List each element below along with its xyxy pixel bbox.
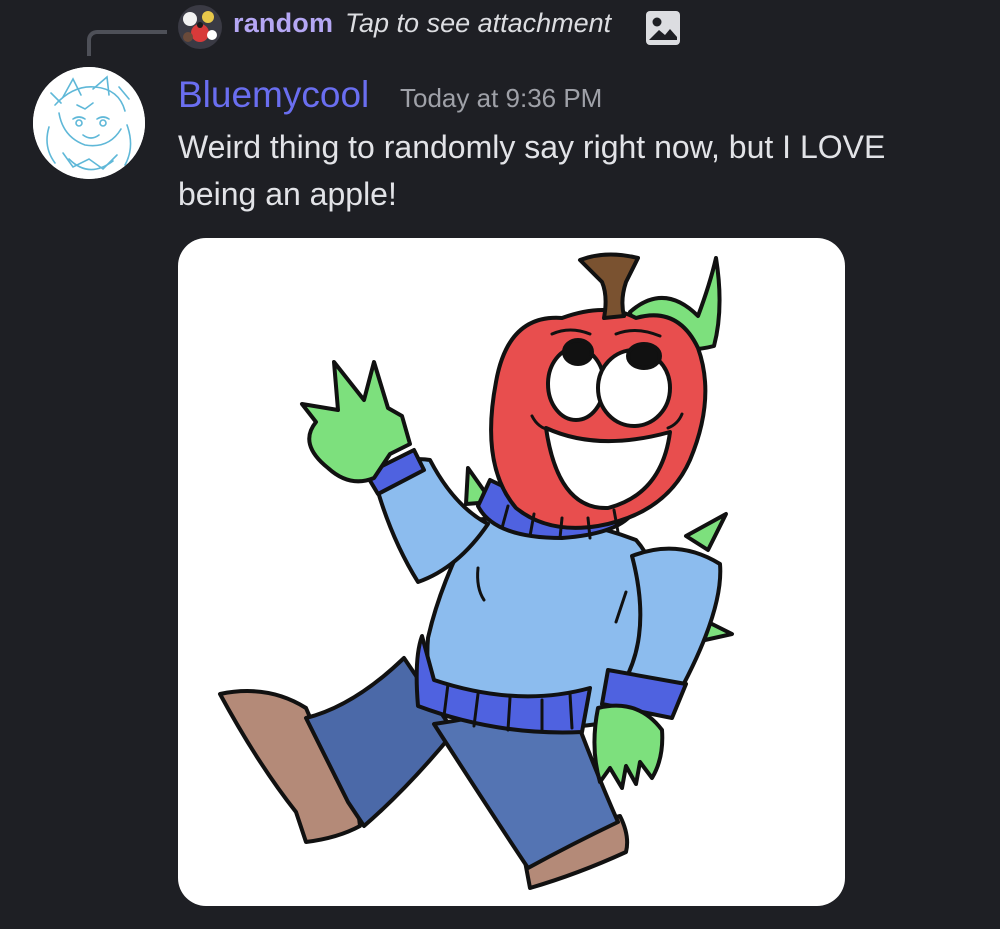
reply-attachment-link[interactable]: Tap to see attachment xyxy=(345,8,611,39)
message-username[interactable]: Bluemycool xyxy=(178,74,369,116)
image-icon[interactable] xyxy=(645,10,681,46)
message-timestamp: Today at 9:36 PM xyxy=(400,83,603,113)
message-image-attachment[interactable] xyxy=(178,238,845,906)
reply-avatar[interactable] xyxy=(178,5,222,49)
reply-username[interactable]: random xyxy=(233,8,333,39)
apple-character-drawing xyxy=(218,252,734,890)
reply-connector-line xyxy=(87,30,167,56)
message-text: Weird thing to randomly say right now, b… xyxy=(178,129,886,212)
user-avatar[interactable] xyxy=(33,67,145,179)
